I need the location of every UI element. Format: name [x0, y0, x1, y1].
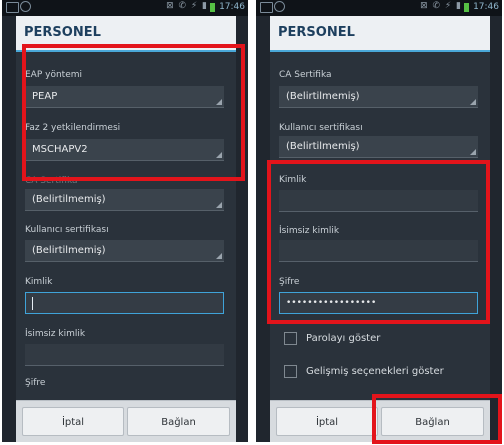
status-bar: ⊠ ✆ ⚡ ▮ 17:46 [2, 0, 248, 16]
connect-button[interactable]: Bağlan [127, 407, 230, 436]
title-divider [16, 50, 236, 52]
checkbox-icon [284, 364, 297, 378]
anon-identity-label: İsimsiz kimlik [279, 226, 340, 236]
gallery-icon [6, 2, 19, 13]
phase2-value: MSCHAPV2 [32, 144, 88, 155]
cancel-button[interactable]: İptal [22, 407, 124, 436]
dropdown-arrow-icon [216, 99, 222, 105]
identity-input[interactable] [279, 190, 478, 212]
show-password-label: Parolayı göster [306, 333, 381, 344]
anon-identity-label: İsimsiz kimlik [25, 329, 86, 339]
password-label: Şifre [279, 277, 300, 287]
gallery-icon [260, 2, 273, 13]
connect-button[interactable]: Bağlan [381, 407, 484, 436]
password-value: ••••••••••••••••• [286, 298, 377, 308]
show-password-checkbox[interactable]: Parolayı göster [284, 329, 380, 349]
user-cert-select[interactable]: (Belirtilmemiş) [279, 136, 478, 158]
dropdown-arrow-icon [216, 253, 222, 259]
eap-method-value: PEAP [32, 91, 58, 102]
ca-cert-label: CA Sertifika [25, 176, 78, 186]
user-cert-value: (Belirtilmemiş) [286, 141, 360, 152]
eap-method-select[interactable]: PEAP [25, 86, 224, 108]
dropdown-arrow-icon [470, 149, 476, 155]
sync-icon [20, 1, 31, 12]
status-bar: ⊠ ✆ ⚡ ▮ 17:46 [256, 0, 502, 16]
dialog-title: PERSONEL [16, 16, 236, 50]
battery-icon [464, 3, 469, 12]
button-bar: İptal Bağlan [270, 400, 490, 442]
left-phone-screen: ⊠ ✆ ⚡ ▮ 17:46 PERSONEL EAP yöntemi PEAP … [2, 0, 248, 442]
ca-cert-select[interactable]: (Belirtilmemiş) [279, 86, 478, 108]
status-icons: ⊠ ✆ ⚡ ▮ [420, 1, 462, 11]
wifi-config-dialog: PERSONEL CA Sertifika (Belirtilmemiş) Ku… [270, 16, 490, 442]
anon-identity-input[interactable] [25, 344, 224, 366]
show-advanced-label: Gelişmiş seçenekleri göster [306, 366, 444, 377]
user-cert-label: Kullanıcı sertifikası [25, 225, 109, 235]
status-time: 17:46 [219, 2, 245, 12]
wifi-config-dialog: PERSONEL EAP yöntemi PEAP Faz 2 yetkilen… [16, 16, 236, 442]
title-divider [270, 50, 490, 52]
identity-label: Kimlik [25, 277, 53, 287]
dropdown-arrow-icon [216, 202, 222, 208]
show-advanced-checkbox[interactable]: Gelişmiş seçenekleri göster [284, 362, 444, 382]
right-phone-screen: ⊠ ✆ ⚡ ▮ 17:46 PERSONEL CA Sertifika (Bel… [256, 0, 502, 442]
cancel-button[interactable]: İptal [276, 407, 378, 436]
button-bar: İptal Bağlan [16, 400, 236, 442]
password-input[interactable]: ••••••••••••••••• [279, 292, 478, 314]
user-cert-value: (Belirtilmemiş) [32, 245, 106, 256]
status-time: 17:46 [473, 2, 499, 12]
user-cert-label: Kullanıcı sertifikası [279, 123, 363, 133]
phase2-select[interactable]: MSCHAPV2 [25, 139, 224, 161]
ca-cert-select[interactable]: (Belirtilmemiş) [25, 189, 224, 211]
phase2-label: Faz 2 yetkilendirmesi [25, 123, 121, 133]
dialog-title: PERSONEL [270, 16, 490, 50]
identity-input[interactable] [25, 292, 224, 314]
eap-method-label: EAP yöntemi [25, 70, 83, 80]
status-icons: ⊠ ✆ ⚡ ▮ [166, 1, 208, 11]
text-cursor [32, 297, 33, 310]
identity-label: Kimlik [279, 175, 307, 185]
dropdown-arrow-icon [216, 152, 222, 158]
ca-cert-value: (Belirtilmemiş) [32, 194, 106, 205]
sync-icon [274, 1, 285, 12]
ca-cert-value: (Belirtilmemiş) [286, 91, 360, 102]
password-label: Şifre [25, 378, 46, 388]
checkbox-icon [284, 331, 297, 345]
anon-identity-input[interactable] [279, 240, 478, 262]
battery-icon [210, 3, 215, 12]
ca-cert-label: CA Sertifika [279, 70, 332, 80]
user-cert-select[interactable]: (Belirtilmemiş) [25, 240, 224, 262]
dropdown-arrow-icon [470, 99, 476, 105]
